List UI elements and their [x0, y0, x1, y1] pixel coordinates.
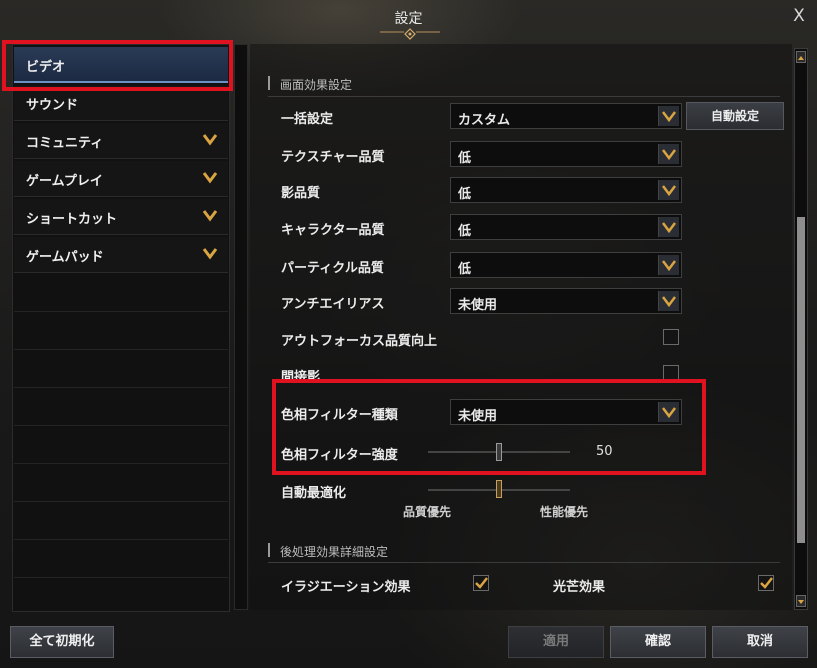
irradiation-checkbox[interactable]: [473, 575, 489, 591]
confirm-button[interactable]: 確認: [610, 626, 706, 658]
shadow-quality-dropdown[interactable]: 低: [450, 177, 682, 203]
chevron-down-icon: [202, 210, 218, 222]
chevron-down-icon: [658, 217, 679, 237]
section-marker: [268, 543, 270, 557]
hue-filter-type-dropdown[interactable]: 未使用: [450, 399, 682, 425]
sidebar-empty-row: [14, 427, 228, 464]
section-divider: [268, 562, 780, 563]
indirect-shadow-label: 間接影: [281, 370, 321, 385]
section-divider: [268, 96, 780, 97]
quality-priority-caption: 品質優先: [403, 505, 452, 519]
section-marker: [268, 76, 270, 90]
chevron-down-icon: [202, 172, 218, 184]
sidebar-item-gameplay[interactable]: ゲームプレイ: [14, 161, 228, 197]
dropdown-value: 低: [458, 187, 472, 202]
texture-quality-label: テクスチャー品質: [281, 150, 385, 165]
sidebar-item-gamepad[interactable]: ゲームパッド: [14, 237, 228, 273]
arrow-down-icon: [798, 600, 804, 604]
sidebar-item-video[interactable]: ビデオ: [14, 47, 228, 83]
sidebar-scrollbar[interactable]: [234, 44, 248, 610]
hue-filter-strength-value: 50: [596, 444, 613, 459]
auto-optimize-slider[interactable]: [496, 480, 502, 498]
sidebar-empty-row: [14, 275, 228, 312]
antialias-dropdown[interactable]: 未使用: [450, 288, 682, 314]
hue-filter-strength-label: 色相フィルター強度: [281, 448, 398, 463]
sidebar-empty-row: [14, 351, 228, 388]
dropdown-value: 低: [458, 224, 472, 239]
window-title: 設定: [394, 11, 423, 27]
dropdown-value: 低: [458, 262, 472, 277]
particle-quality-dropdown[interactable]: 低: [450, 252, 682, 278]
sidebar-empty-row: [14, 313, 228, 350]
outfocus-checkbox[interactable]: [663, 329, 679, 345]
dropdown-value: 未使用: [458, 298, 498, 313]
dropdown-value: 未使用: [458, 409, 498, 424]
texture-quality-dropdown[interactable]: 低: [450, 141, 682, 167]
sidebar-empty-row: [14, 503, 228, 540]
sidebar-item-label: サウンド: [26, 98, 79, 113]
scroll-up-button[interactable]: [796, 51, 806, 63]
irradiation-label: イラジエーション効果: [281, 580, 411, 595]
sidebar-item-label: ショートカット: [26, 212, 118, 227]
sidebar-item-label: ゲームパッド: [26, 250, 104, 265]
bulk-setting-label: 一括設定: [281, 112, 334, 127]
chevron-down-icon: [658, 255, 679, 275]
sidebar-item-label: ビデオ: [26, 60, 66, 75]
checkmark-icon: [475, 577, 488, 589]
dropdown-value: 低: [458, 151, 472, 166]
sidebar-empty-row: [14, 465, 228, 502]
chevron-down-icon: [658, 402, 679, 422]
performance-priority-caption: 性能優先: [540, 505, 589, 519]
sidebar-item-sound[interactable]: サウンド: [14, 85, 228, 121]
section-header-screen-effects: 画面効果設定: [280, 78, 353, 92]
sidebar-item-label: コミュニティ: [26, 136, 104, 151]
dropdown-value: カスタム: [458, 113, 511, 128]
sidebar-empty-row: [14, 541, 228, 578]
chevron-down-icon: [658, 106, 679, 126]
sidebar-empty-row: [14, 389, 228, 426]
character-quality-label: キャラクター品質: [281, 223, 385, 238]
sidebar-item-community[interactable]: コミュニティ: [14, 123, 228, 159]
antialias-label: アンチエイリアス: [281, 297, 385, 312]
settings-scrollbar[interactable]: [794, 48, 808, 610]
shadow-quality-label: 影品質: [281, 186, 321, 201]
checkmark-icon: [760, 577, 773, 589]
particle-quality-label: パーティクル品質: [281, 261, 384, 276]
auto-optimize-label: 自動最適化: [281, 486, 347, 501]
outfocus-label: アウトフォーカス品質向上: [281, 334, 438, 349]
auto-setting-button[interactable]: 自動設定: [686, 102, 784, 130]
glare-checkbox[interactable]: [758, 575, 774, 591]
title-bar: 設定 X: [0, 0, 817, 40]
glare-label: 光芒効果: [553, 580, 606, 595]
reset-all-button[interactable]: 全て初期化: [10, 626, 114, 658]
hue-filter-strength-slider[interactable]: [496, 443, 502, 461]
hue-filter-type-label: 色相フィルター種類: [281, 408, 398, 423]
chevron-down-icon: [202, 248, 218, 260]
chevron-down-icon: [658, 144, 679, 164]
arrow-up-icon: [798, 56, 804, 60]
character-quality-dropdown[interactable]: 低: [450, 214, 682, 240]
sidebar-item-label: ゲームプレイ: [26, 174, 103, 189]
indirect-shadow-checkbox[interactable]: [663, 365, 679, 381]
close-button[interactable]: X: [789, 6, 809, 26]
scroll-down-button[interactable]: [796, 595, 806, 607]
chevron-down-icon: [202, 134, 218, 146]
section-header-post-processing: 後処理効果詳細設定: [280, 545, 389, 559]
cancel-button[interactable]: 取消: [712, 626, 808, 658]
scroll-thumb[interactable]: [797, 217, 805, 543]
apply-button[interactable]: 適用: [508, 626, 604, 658]
title-ornament-icon: [380, 28, 440, 40]
bulk-setting-dropdown[interactable]: カスタム: [450, 103, 682, 129]
sidebar-item-shortcut[interactable]: ショートカット: [14, 199, 228, 235]
chevron-down-icon: [658, 291, 679, 311]
chevron-down-icon: [658, 180, 679, 200]
sidebar: ビデオ サウンド コミュニティ ゲームプレイ ショートカット ゲームパッド: [12, 44, 230, 612]
